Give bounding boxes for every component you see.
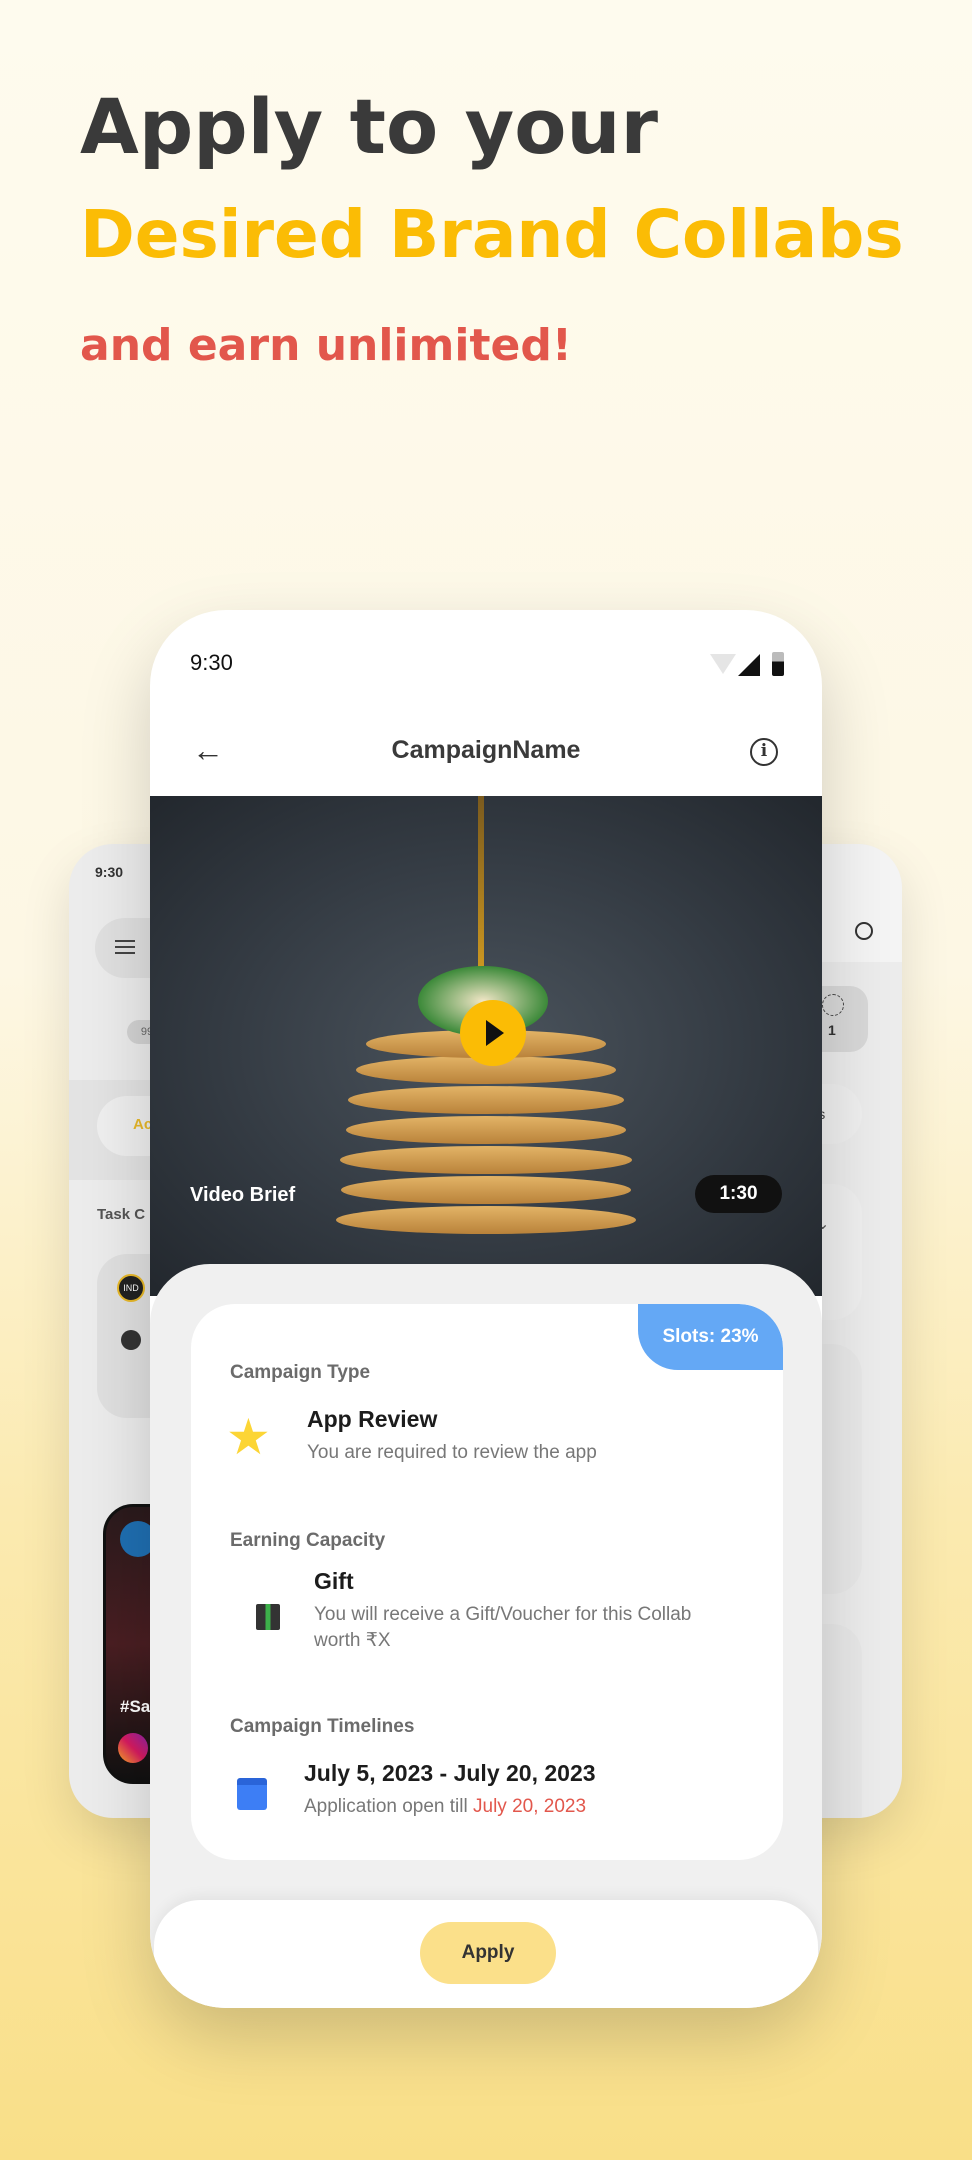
- details-sheet: Slots: 23% Campaign Type ★ App Review Yo…: [150, 1264, 822, 2008]
- slot-count: 1: [828, 1022, 836, 1038]
- headline-line1: Apply to your: [80, 82, 659, 171]
- main-phone: 9:30 ← CampaignName i Video Brief 1:30 S…: [150, 610, 822, 2008]
- status-time: 9:30: [95, 864, 124, 880]
- battery-icon: [772, 652, 784, 676]
- instagram-icon[interactable]: [118, 1733, 148, 1763]
- earning-desc: You will receive a Gift/Voucher for this…: [314, 1604, 692, 1651]
- menu-icon: [115, 940, 135, 954]
- play-icon: [486, 1020, 504, 1046]
- slots-badge: Slots: 23%: [638, 1304, 783, 1370]
- hashtag: #Sa: [120, 1697, 151, 1716]
- headline-line2: Desired Brand Collabs: [80, 196, 904, 273]
- video-brief-player[interactable]: Video Brief 1:30: [150, 796, 822, 1296]
- brand-logo: IND: [117, 1274, 145, 1302]
- status-time: 9:30: [190, 650, 233, 675]
- page-title: CampaignName: [391, 736, 581, 764]
- deadline-prefix: Application open till: [304, 1796, 473, 1817]
- signal-icon: [738, 654, 760, 676]
- headline-line3: and earn unlimited!: [80, 320, 572, 371]
- apply-button[interactable]: Apply: [420, 1922, 556, 1984]
- calendar-icon: [237, 1778, 267, 1810]
- deadline-date: July 20, 2023: [473, 1796, 587, 1817]
- play-button[interactable]: [460, 1000, 526, 1066]
- earning-capacity-label: Earning Capacity: [230, 1530, 386, 1551]
- campaign-type-title: App Review: [307, 1406, 438, 1432]
- application-deadline: Application open till July 20, 2023: [304, 1794, 586, 1820]
- bottom-action-bar: Apply: [154, 1900, 818, 2008]
- earning-title: Gift: [314, 1568, 354, 1594]
- campaign-details-card: Slots: 23% Campaign Type ★ App Review Yo…: [191, 1304, 783, 1860]
- play-icon: [121, 1330, 141, 1350]
- info-icon[interactable]: [855, 922, 873, 940]
- add-icon: [822, 994, 844, 1016]
- gift-icon: [256, 1604, 280, 1630]
- video-label: Video Brief: [190, 1184, 296, 1206]
- info-icon[interactable]: i: [750, 738, 778, 766]
- timelines-label: Campaign Timelines: [230, 1716, 415, 1737]
- video-duration: 1:30: [695, 1175, 782, 1213]
- section-title: Task C: [97, 1206, 146, 1223]
- campaign-type-label: Campaign Type: [230, 1362, 371, 1383]
- wifi-icon: [710, 654, 736, 674]
- campaign-type-desc: You are required to review the app: [307, 1442, 597, 1463]
- star-face-icon: ★: [226, 1409, 271, 1465]
- campaign-dates: July 5, 2023 - July 20, 2023: [304, 1760, 596, 1786]
